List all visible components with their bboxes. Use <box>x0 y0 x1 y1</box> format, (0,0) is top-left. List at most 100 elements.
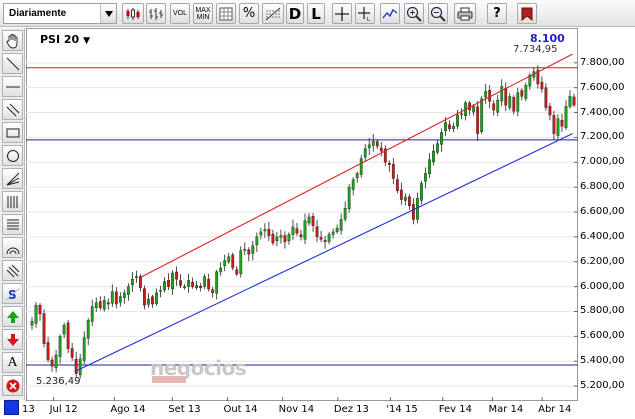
candle-body <box>243 249 247 251</box>
grid-toggle-button[interactable] <box>216 3 236 24</box>
candle-body <box>34 305 38 324</box>
candle-body <box>524 84 528 99</box>
fibonacci-button[interactable] <box>262 3 284 24</box>
candlestick-chart-button[interactable] <box>122 3 144 24</box>
candle-body <box>78 358 82 376</box>
horizontal-line-icon <box>5 86 20 87</box>
max-min-toggle-button[interactable]: MAX MIN <box>193 3 213 24</box>
candle-body <box>299 234 303 238</box>
candle-body <box>472 106 476 113</box>
candle-body <box>38 305 42 315</box>
candle-body <box>379 147 383 152</box>
x-tick-label: Out 14 <box>223 404 258 415</box>
candle-body <box>134 276 138 278</box>
candle-body <box>167 279 170 287</box>
candle-body <box>279 235 283 238</box>
delete-icon <box>6 379 19 392</box>
print-button[interactable] <box>454 3 476 24</box>
delete-drawings-button[interactable] <box>2 375 23 396</box>
hand-icon <box>6 33 17 48</box>
trend-line-tool[interactable] <box>2 53 23 74</box>
candle-body <box>484 91 488 98</box>
candle-body <box>552 115 556 134</box>
candle-body <box>335 227 339 233</box>
candle-body <box>516 92 520 112</box>
candle-body <box>106 302 110 305</box>
candle-body <box>155 292 158 304</box>
candle-body <box>428 159 431 174</box>
candle-body <box>295 228 299 234</box>
candle-body <box>375 141 379 147</box>
price-chart-canvas <box>26 28 578 401</box>
y-tick-label: 6.800,00 <box>580 181 625 193</box>
ellipse-tool[interactable] <box>2 145 23 166</box>
bookmark-button[interactable] <box>517 3 537 24</box>
time-axis: 13 Jul 12 Ago 14 Set 13 Out 14 Nov 14 Dez 13 '1… <box>22 401 578 419</box>
candle-body <box>520 90 524 97</box>
candle-body <box>371 140 375 146</box>
sell-arrow-tool[interactable] <box>2 329 23 350</box>
rectangle-tool[interactable] <box>2 122 23 143</box>
fibonacci-arcs-tool[interactable] <box>2 237 23 258</box>
y-tick-label: 5.800,00 <box>580 305 625 317</box>
price-axis: 7.800,00 7.600,00 7.400,00 7.200,00 7.000,00… <box>580 28 635 401</box>
candle-body <box>147 298 150 305</box>
diagonal-line-icon <box>6 57 19 70</box>
fibonacci-icon <box>265 7 281 20</box>
crosshair-button[interactable] <box>332 3 352 24</box>
candle-body <box>544 87 548 108</box>
candle-body <box>159 290 162 292</box>
period-select[interactable]: Diariamente <box>3 3 117 24</box>
candle-body <box>512 97 516 112</box>
sine-tool[interactable]: S <box>2 283 23 304</box>
text-tool[interactable]: A <box>2 352 23 373</box>
ohlc-bars-icon <box>149 7 163 20</box>
drawing-tools-sidebar: S A <box>0 28 25 400</box>
fan-lines-icon <box>6 172 19 185</box>
symbol-selector[interactable]: PSI 20 ▼ <box>40 33 90 46</box>
volume-toggle-button[interactable]: VOL <box>170 3 190 24</box>
candle-body <box>70 348 74 358</box>
candle-body <box>403 196 407 201</box>
plot-area <box>26 28 578 401</box>
help-button[interactable]: ? <box>487 3 507 24</box>
line-chart-button[interactable] <box>380 3 400 24</box>
crosshair-label-button[interactable]: L <box>355 3 375 24</box>
percent-scale-button[interactable]: % <box>239 3 259 24</box>
candle-body <box>564 106 568 128</box>
candle-body <box>452 126 455 129</box>
candle-body <box>227 256 231 262</box>
candle-body <box>195 285 199 288</box>
fan-tool[interactable] <box>2 168 23 189</box>
candle-body <box>448 124 451 129</box>
color-picker-swatch[interactable] <box>4 400 19 415</box>
zoom-out-button[interactable] <box>428 3 448 24</box>
buy-arrow-tool[interactable] <box>2 306 23 327</box>
price-chart[interactable] <box>26 28 578 401</box>
log-scale-button[interactable]: L <box>307 3 325 24</box>
candle-body <box>436 143 439 153</box>
zoom-out-icon <box>430 6 446 22</box>
x-tick-label: 13 <box>22 404 35 415</box>
s-curve-icon: S <box>5 287 20 301</box>
bar-chart-button[interactable] <box>146 3 166 24</box>
candle-body <box>247 249 251 255</box>
daily-scale-button[interactable]: D <box>286 3 304 24</box>
candle-body <box>416 198 419 220</box>
parallel-lines-tool[interactable] <box>2 99 23 120</box>
candle-body <box>391 163 395 179</box>
y-tick-label: 5.200,00 <box>580 380 625 392</box>
candle-body <box>395 179 399 192</box>
horizontal-line-tool[interactable] <box>2 76 23 97</box>
candle-body <box>347 186 351 209</box>
pan-hand-tool[interactable] <box>2 30 23 51</box>
zoom-in-button[interactable] <box>404 3 424 24</box>
vertical-lines-icon <box>7 195 17 208</box>
candle-body <box>560 119 564 127</box>
vertical-grid-tool[interactable] <box>2 191 23 212</box>
horizontal-grid-tool[interactable] <box>2 214 23 235</box>
printer-icon <box>457 7 473 20</box>
channel-tool[interactable] <box>2 260 23 281</box>
y-tick-label: 7.800,00 <box>580 56 625 68</box>
candle-body <box>86 319 90 339</box>
